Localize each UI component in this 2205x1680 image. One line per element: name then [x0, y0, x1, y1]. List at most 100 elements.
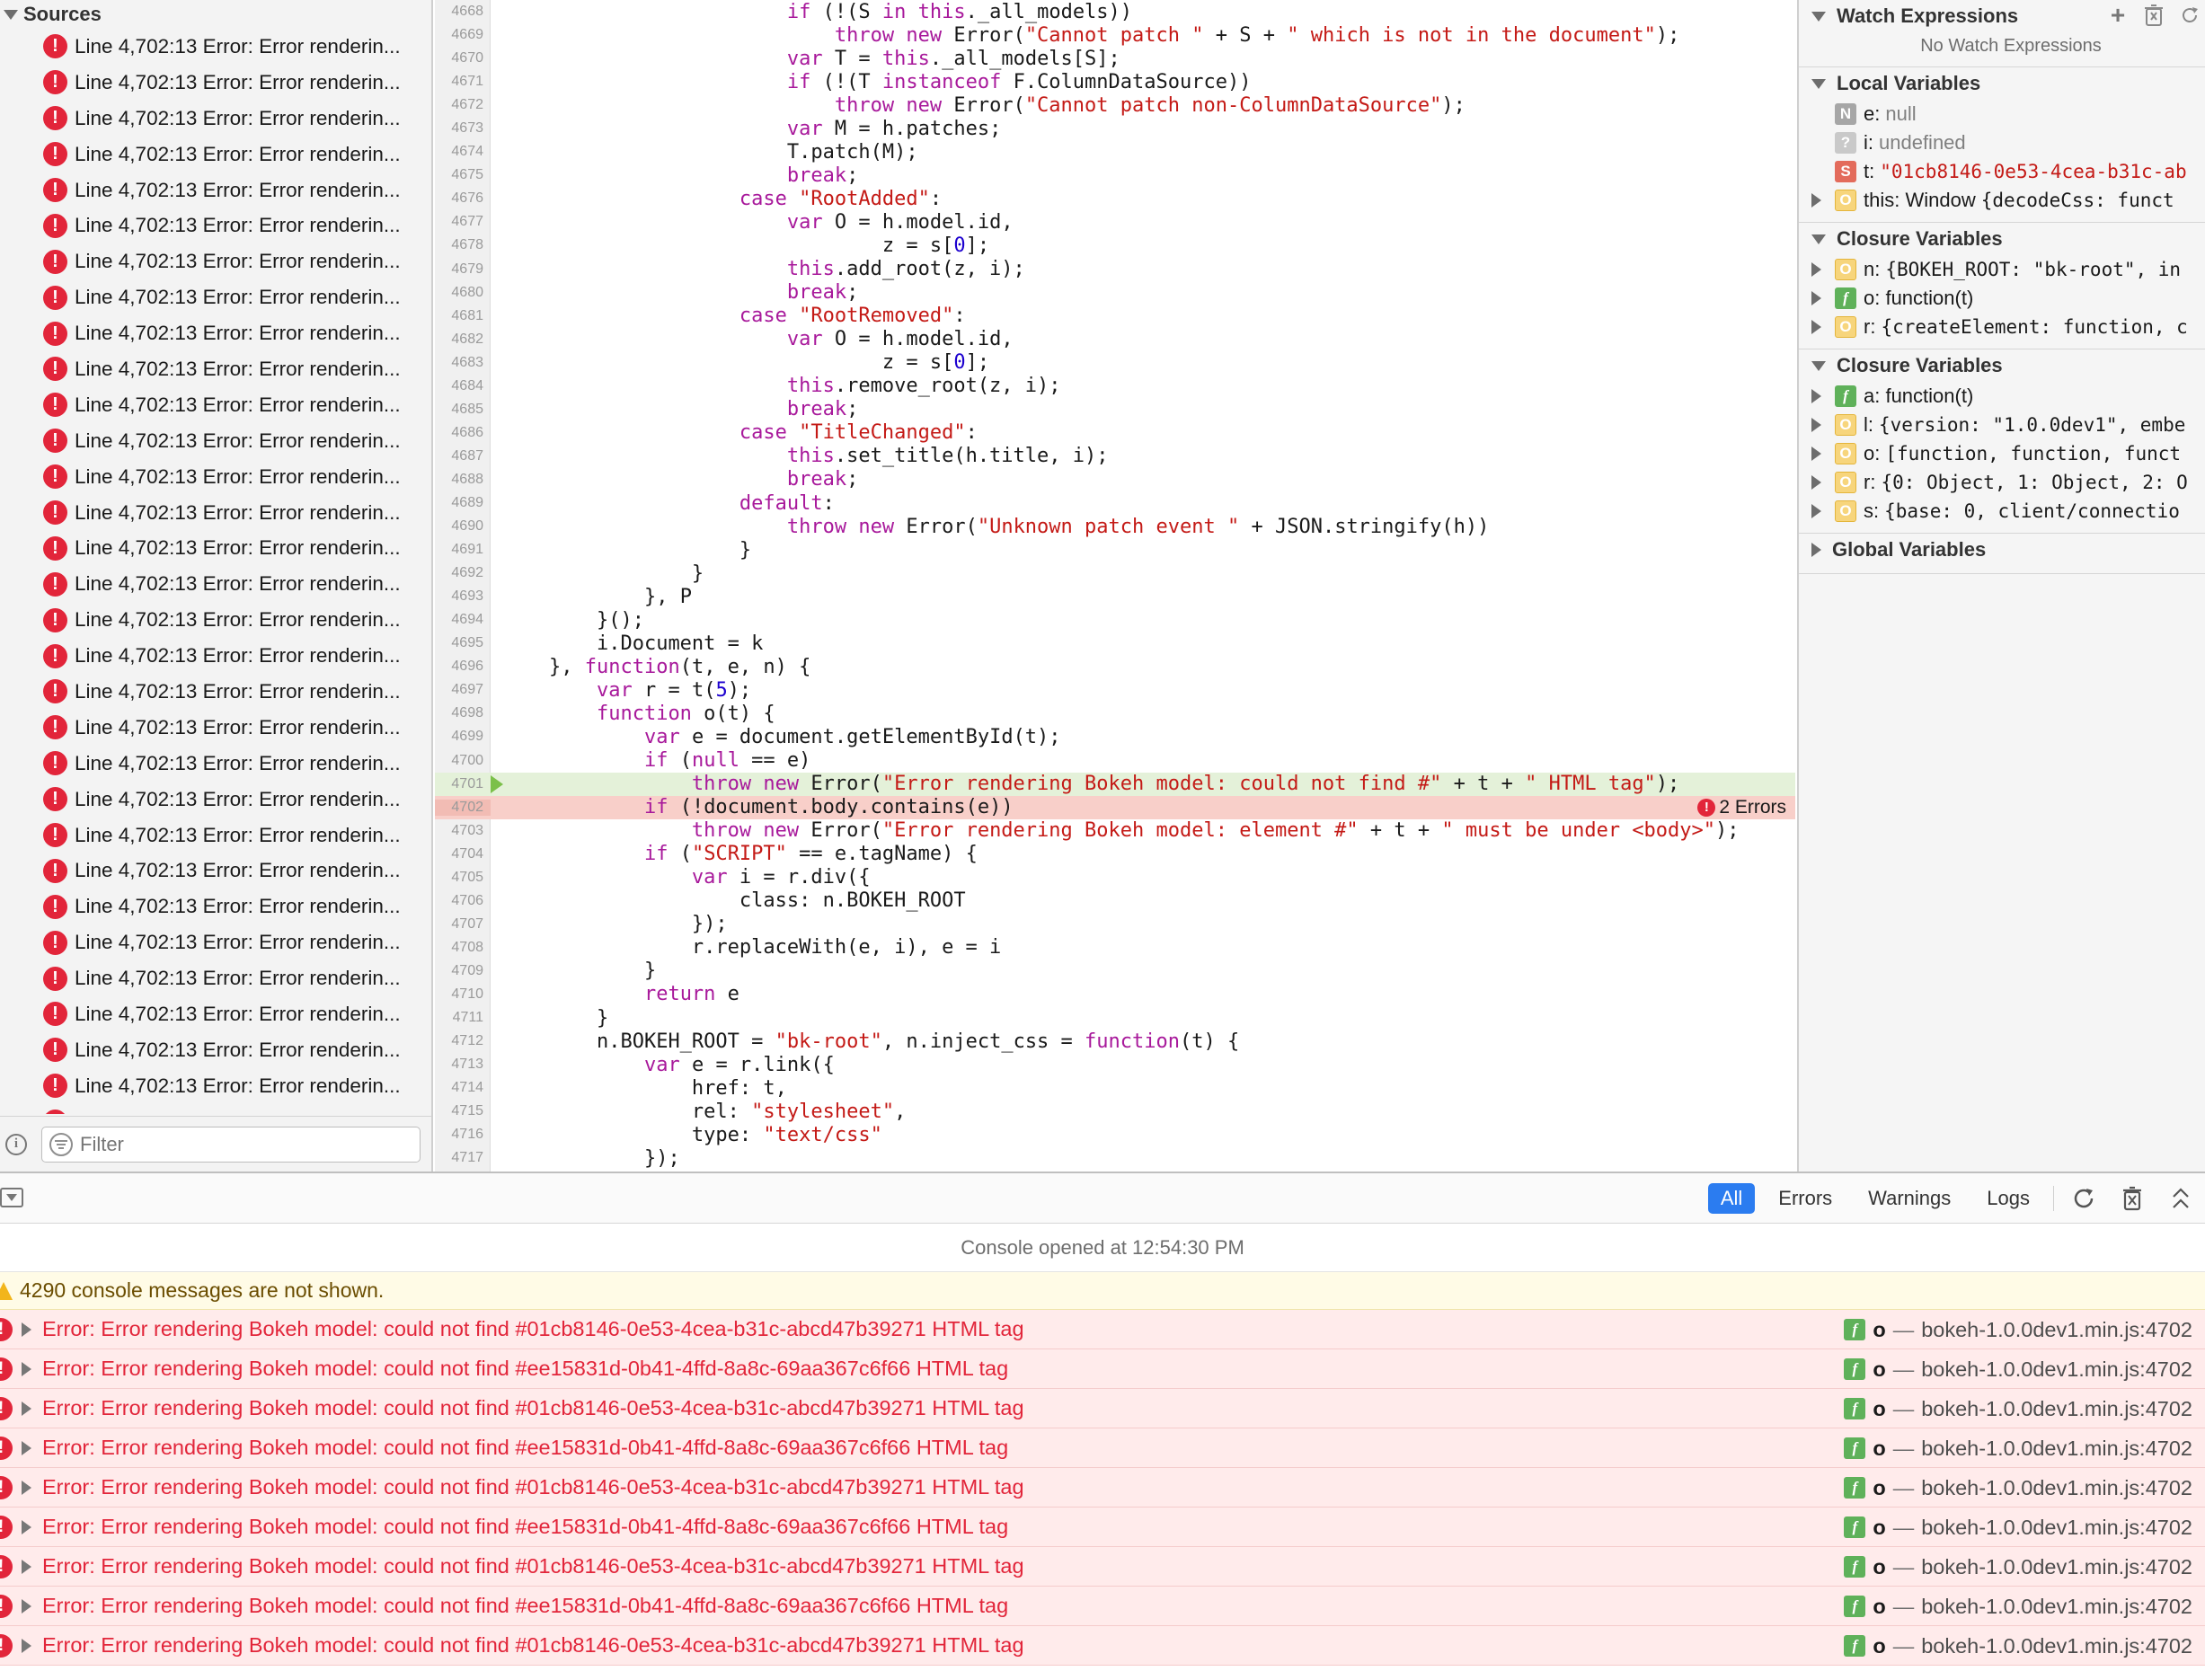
console-error-message[interactable]: ! Error: Error rendering Bokeh model: cou… [0, 1626, 2205, 1666]
code-editor[interactable]: 4668 if (!(S in this._all_models)) 4669 t… [435, 0, 1795, 1172]
disclosure-triangle-icon[interactable] [1811, 360, 1826, 371]
add-icon[interactable]: + [2106, 1, 2130, 29]
line-number[interactable]: 4691 [435, 542, 491, 558]
source-error-item[interactable]: ! Line 4,702:13 Error: Error renderin... [0, 279, 431, 315]
line-number[interactable]: 4689 [435, 495, 491, 511]
variable-row[interactable]: Or: {0: Object, 1: Object, 2: O [1799, 468, 2205, 497]
source-link[interactable]: bokeh-1.0.0dev1.min.js:4702 [1921, 1595, 2192, 1619]
source-error-item[interactable]: ! Line 4,702:13 Error: Error renderin... [0, 602, 431, 638]
disclosure-triangle-icon[interactable] [1811, 475, 1821, 490]
variable-row[interactable]: f a: function(t) [1799, 382, 2205, 411]
code-line[interactable]: 4714 href: t, [435, 1076, 1795, 1100]
code-line[interactable]: 4670 var T = this._all_models[S]; [435, 47, 1795, 70]
local-variables-header[interactable]: Local Variables [1799, 67, 2205, 100]
line-number[interactable]: 4704 [435, 846, 491, 862]
console-toggle-icon[interactable] [0, 1188, 23, 1207]
expand-toggle[interactable] [1811, 504, 1831, 518]
console-message-location[interactable]: f o — bokeh-1.0.0dev1.min.js:4702 [1844, 1508, 2192, 1547]
source-error-item[interactable]: ! Line 4,702:13 Error: Error renderin... [0, 746, 431, 782]
line-number[interactable]: 4675 [435, 167, 491, 183]
code-line[interactable]: 4705 var i = r.div({ [435, 866, 1795, 889]
disclosure-triangle-icon[interactable] [4, 9, 18, 20]
line-number[interactable]: 4690 [435, 518, 491, 535]
code-line[interactable]: 4710 return e [435, 983, 1795, 1006]
source-link[interactable]: bokeh-1.0.0dev1.min.js:4702 [1921, 1437, 2192, 1461]
code-line[interactable]: 4690 throw new Error("Unknown patch even… [435, 515, 1795, 538]
source-error-item[interactable]: ! Line 4,702:13 Error: Error renderin... [0, 315, 431, 351]
reload-icon[interactable] [2068, 1183, 2099, 1214]
closure-variables-header[interactable]: Closure Variables [1799, 223, 2205, 255]
variable-row[interactable]: On: {BOKEH_ROOT: "bk-root", in [1799, 255, 2205, 284]
variable-row[interactable]: f o: function(t) [1799, 284, 2205, 313]
line-number[interactable]: 4710 [435, 986, 491, 1003]
disclosure-triangle-icon[interactable] [1811, 11, 1826, 22]
code-line[interactable]: 4701 throw new Error("Error rendering Bo… [435, 772, 1795, 796]
line-number[interactable]: 4699 [435, 729, 491, 745]
source-error-item[interactable]: ! Line 4,702:13 Error: Error renderin... [0, 530, 431, 566]
source-link[interactable]: bokeh-1.0.0dev1.min.js:4702 [1921, 1357, 2192, 1382]
line-number[interactable]: 4701 [435, 775, 491, 792]
code-line[interactable]: 4686 case "TitleChanged": [435, 421, 1795, 445]
line-number[interactable]: 4677 [435, 214, 491, 230]
expand-message-icon[interactable] [22, 1598, 31, 1614]
console-message-location[interactable]: f o — bokeh-1.0.0dev1.min.js:4702 [1844, 1428, 2192, 1468]
code-line[interactable]: 4700 if (null == e) [435, 749, 1795, 773]
disclosure-triangle-icon[interactable] [1811, 78, 1826, 89]
code-line[interactable]: 4671 if (!(T instanceof F.ColumnDataSour… [435, 70, 1795, 93]
console-error-message[interactable]: ! Error: Error rendering Bokeh model: cou… [0, 1508, 2205, 1547]
source-error-item[interactable]: ! Line 4,702:13 Error: Error renderin... [0, 566, 431, 602]
line-number[interactable]: 4688 [435, 472, 491, 488]
expand-toggle[interactable] [1811, 475, 1831, 490]
disclosure-triangle-icon[interactable] [1811, 447, 1821, 461]
disclosure-triangle-icon[interactable] [1811, 234, 1826, 244]
source-error-item[interactable]: ! Line 4,702:13 Error: Error renderin... [0, 1104, 431, 1114]
line-number[interactable]: 4676 [435, 190, 491, 207]
code-line[interactable]: 4682 var O = h.model.id, [435, 328, 1795, 351]
code-line[interactable]: 4693 }, P [435, 585, 1795, 608]
disclosure-triangle-icon[interactable] [1811, 291, 1821, 305]
watch-expressions-header[interactable]: Watch Expressions + [1799, 0, 2205, 32]
expand-message-icon[interactable] [22, 1559, 31, 1574]
variable-row[interactable]: Othis: Window {decodeCss: funct [1799, 186, 2205, 215]
code-line[interactable]: 4711 } [435, 1006, 1795, 1030]
source-error-item[interactable]: ! Line 4,702:13 Error: Error renderin... [0, 29, 431, 65]
source-error-item[interactable]: ! Line 4,702:13 Error: Error renderin... [0, 1068, 431, 1104]
source-error-item[interactable]: ! Line 4,702:13 Error: Error renderin... [0, 818, 431, 853]
expand-toggle[interactable] [1811, 262, 1831, 277]
code-line[interactable]: 4717 }); [435, 1146, 1795, 1170]
disclosure-triangle-icon[interactable] [1811, 543, 1821, 557]
source-error-item[interactable]: ! Line 4,702:13 Error: Error renderin... [0, 782, 431, 818]
console-message-location[interactable]: f o — bokeh-1.0.0dev1.min.js:4702 [1844, 1626, 2192, 1666]
code-line[interactable]: 4685 break; [435, 398, 1795, 421]
line-number[interactable]: 4693 [435, 588, 491, 605]
source-error-item[interactable]: ! Line 4,702:13 Error: Error renderin... [0, 996, 431, 1032]
source-error-item[interactable]: ! Line 4,702:13 Error: Error renderin... [0, 853, 431, 889]
line-number[interactable]: 4705 [435, 870, 491, 886]
source-link[interactable]: bokeh-1.0.0dev1.min.js:4702 [1921, 1555, 2192, 1579]
line-number[interactable]: 4668 [435, 4, 491, 20]
code-line[interactable]: 4678 z = s[0]; [435, 234, 1795, 257]
variable-row[interactable]: Oo: [function, function, funct [1799, 439, 2205, 468]
code-line[interactable]: 4683 z = s[0]; [435, 351, 1795, 375]
code-line[interactable]: 4672 throw new Error("Cannot patch non-C… [435, 93, 1795, 117]
expand-toggle[interactable] [1811, 291, 1831, 305]
line-number[interactable]: 4711 [435, 1010, 491, 1026]
sources-filter-input[interactable] [80, 1132, 385, 1156]
code-line[interactable]: 4697 var r = t(5); [435, 678, 1795, 702]
closure-variables-header-2[interactable]: Closure Variables [1799, 349, 2205, 382]
line-number[interactable]: 4714 [435, 1080, 491, 1096]
source-error-item[interactable]: ! Line 4,702:13 Error: Error renderin... [0, 351, 431, 387]
source-error-item[interactable]: ! Line 4,702:13 Error: Error renderin... [0, 889, 431, 924]
sources-header[interactable]: Sources [0, 0, 431, 29]
line-number[interactable]: 4679 [435, 261, 491, 278]
line-number[interactable]: 4696 [435, 659, 491, 675]
line-number[interactable]: 4692 [435, 565, 491, 581]
console-error-message[interactable]: ! Error: Error rendering Bokeh model: cou… [0, 1587, 2205, 1626]
line-number[interactable]: 4702 [435, 799, 491, 816]
source-error-item[interactable]: ! Line 4,702:13 Error: Error renderin... [0, 710, 431, 746]
code-line[interactable]: 4684 this.remove_root(z, i); [435, 375, 1795, 398]
code-line[interactable]: 4704 if ("SCRIPT" == e.tagName) { [435, 843, 1795, 866]
code-line[interactable]: 4674 T.patch(M); [435, 140, 1795, 164]
console-message-location[interactable]: f o — bokeh-1.0.0dev1.min.js:4702 [1844, 1389, 2192, 1428]
expand-toggle[interactable] [1811, 320, 1831, 334]
